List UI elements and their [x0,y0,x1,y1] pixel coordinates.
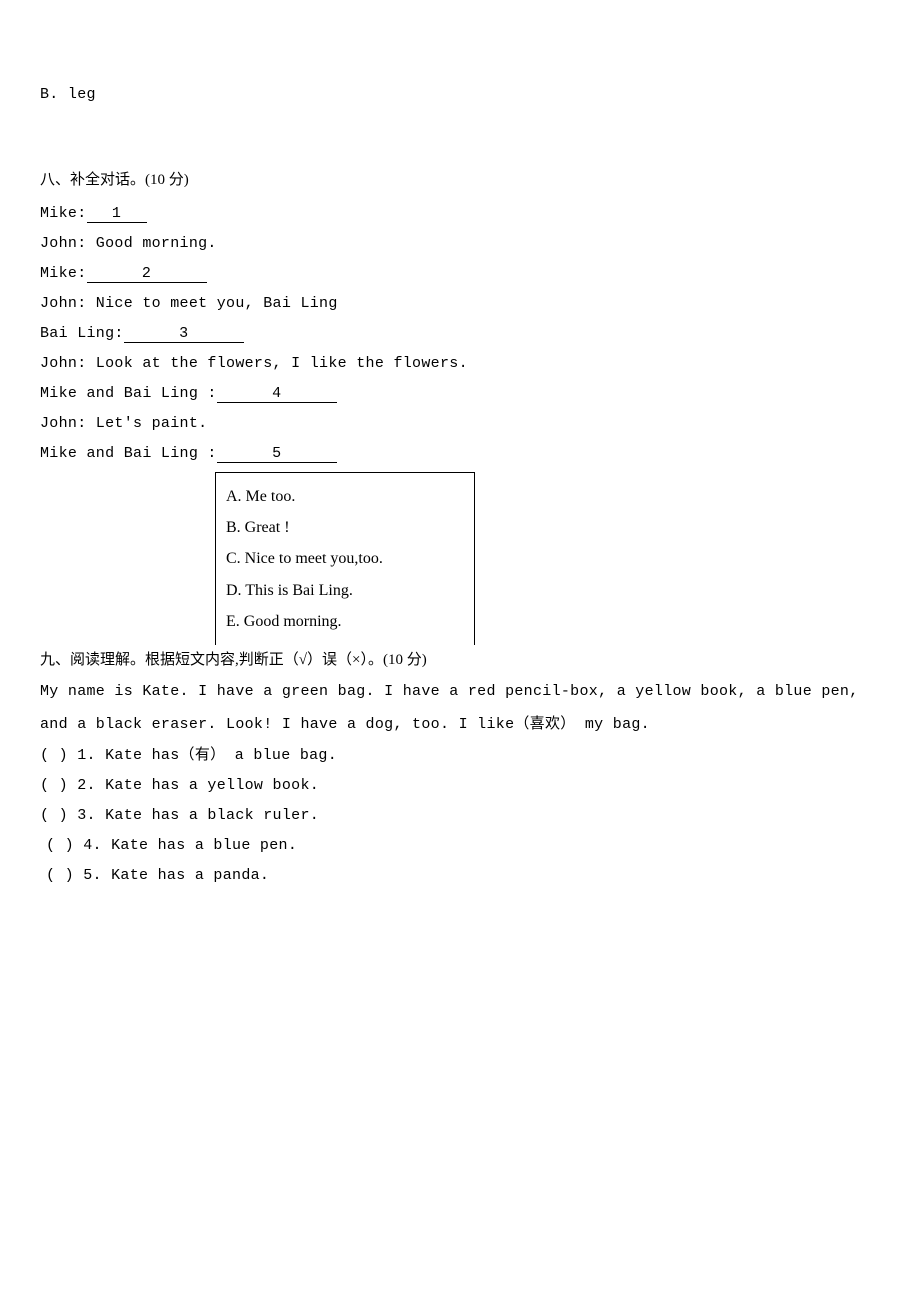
dialog-blank-4[interactable]: 4 [217,386,337,403]
question-4[interactable]: ( ) 4. Kate has a blue pen. [46,831,880,861]
option-b: B. Great ! [226,512,464,543]
dialog-line-3-pre: Mike: [40,265,87,282]
top-option-b: B. leg [40,80,880,110]
question-1[interactable]: ( ) 1. Kate has（有） a blue bag. [40,741,880,771]
dialog-line-7-pre: Mike and Bai Ling : [40,385,217,402]
dialog-blank-5[interactable]: 5 [217,446,337,463]
option-d: D. This is Bai Ling. [226,575,464,606]
dialog-line-5: Bai Ling:3 [40,319,880,349]
dialog-line-9-pre: Mike and Bai Ling : [40,445,217,462]
dialog-line-7: Mike and Bai Ling :4 [40,379,880,409]
dialog-line-1-pre: Mike: [40,205,87,222]
dialog-line-6: John: Look at the flowers, I like the fl… [40,349,880,379]
dialog-line-1: Mike:1 [40,199,880,229]
dialog-line-8: John: Let's paint. [40,409,880,439]
option-a: A. Me too. [226,481,464,512]
dialog-line-5-pre: Bai Ling: [40,325,124,342]
dialog-line-9: Mike and Bai Ling :5 [40,439,880,469]
section9-title: 九、阅读理解。根据短文内容,判断正（√）误（×）。(10 分) [40,645,880,675]
question-3[interactable]: ( ) 3. Kate has a black ruler. [40,801,880,831]
dialog-blank-1[interactable]: 1 [87,206,147,223]
dialog-blank-2[interactable]: 2 [87,266,207,283]
section8-title: 八、补全对话。(10 分) [40,165,880,195]
options-box: A. Me too. B. Great ! C. Nice to meet yo… [215,472,475,645]
question-2[interactable]: ( ) 2. Kate has a yellow book. [40,771,880,801]
dialog-line-3: Mike:2 [40,259,880,289]
option-e: E. Good morning. [226,606,464,637]
option-c: C. Nice to meet you,too. [226,543,464,574]
dialog-blank-3[interactable]: 3 [124,326,244,343]
question-5[interactable]: ( ) 5. Kate has a panda. [46,861,880,891]
dialog-line-4: John: Nice to meet you, Bai Ling [40,289,880,319]
dialog-line-2: John: Good morning. [40,229,880,259]
reading-passage: My name is Kate. I have a green bag. I h… [40,675,880,741]
